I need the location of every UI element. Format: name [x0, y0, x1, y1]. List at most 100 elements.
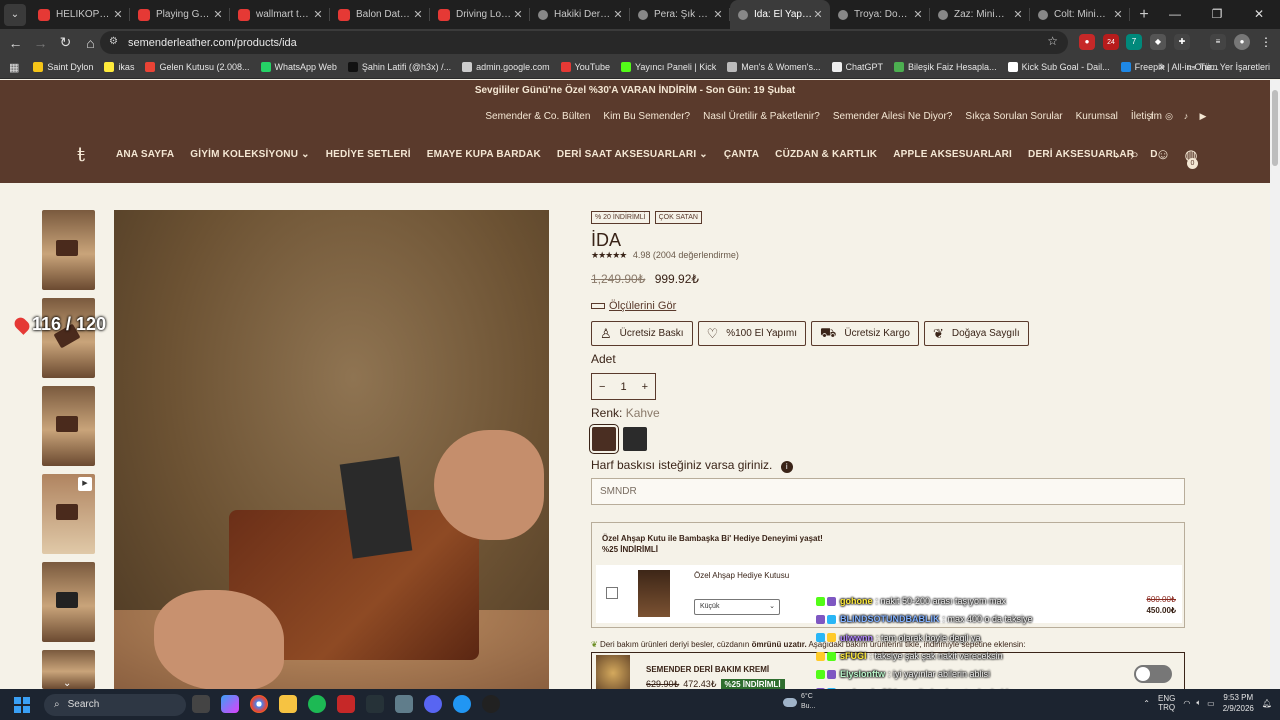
- browser-tab[interactable]: Balon Date Sh✕: [330, 0, 430, 29]
- notifications-icon[interactable]: 🔔︎: [1262, 699, 1272, 708]
- tab-close-icon[interactable]: ✕: [1012, 8, 1024, 21]
- obs-icon[interactable]: [482, 695, 500, 713]
- care-add-toggle[interactable]: [1134, 665, 1172, 683]
- tab-close-icon[interactable]: ✕: [112, 8, 124, 21]
- tab-close-icon[interactable]: ✕: [512, 8, 524, 21]
- engrave-input[interactable]: SMNDR: [591, 478, 1185, 505]
- tab-search-button[interactable]: ⌄: [4, 3, 26, 26]
- browser-tab[interactable]: Troya: Doğal D✕: [830, 0, 930, 29]
- reload-icon[interactable]: ↻: [53, 34, 78, 51]
- main-nav-item[interactable]: CÜZDAN & KARTLIK: [775, 149, 877, 160]
- top-nav-link[interactable]: Semender & Co. Bülten: [485, 111, 590, 122]
- profile-avatar[interactable]: ●: [1234, 34, 1250, 50]
- quantity-value[interactable]: 1: [620, 381, 626, 393]
- browser-tab[interactable]: Hakiki Deri Cü ✕: [530, 0, 630, 29]
- tab-close-icon[interactable]: ✕: [912, 8, 924, 21]
- bookmark-item[interactable]: Bileşik Faiz Hesapla...: [894, 62, 997, 72]
- instagram-icon[interactable]: ◎: [1164, 111, 1174, 121]
- bookmark-item[interactable]: Men's & Women's...: [727, 62, 821, 72]
- site-info-icon[interactable]: ⚙: [109, 36, 121, 48]
- main-nav-item[interactable]: APPLE AKSESUARLARI: [893, 149, 1012, 160]
- bookmark-star-icon[interactable]: ☆: [1047, 34, 1058, 48]
- extension-icon[interactable]: ●: [1079, 34, 1095, 50]
- tiktok-icon[interactable]: ♪: [1181, 111, 1191, 121]
- product-thumbnail[interactable]: [42, 562, 95, 642]
- copilot-icon[interactable]: [221, 695, 239, 713]
- info-icon[interactable]: i: [780, 461, 793, 473]
- browser-tab[interactable]: Playing GTA 5 a✕: [130, 0, 230, 29]
- bookmark-item[interactable]: Saint Dylon: [33, 62, 93, 72]
- bookmark-item[interactable]: Yayıncı Paneli | Kick: [621, 62, 716, 72]
- tab-close-icon[interactable]: ✕: [212, 8, 224, 21]
- extension-icon[interactable]: 7: [1126, 34, 1142, 50]
- tab-close-icon[interactable]: ✕: [812, 8, 824, 21]
- top-nav-link[interactable]: Sıkça Sorulan Sorular: [965, 111, 1062, 122]
- extension-icon[interactable]: 24: [1103, 34, 1119, 50]
- main-nav-item[interactable]: HEDİYE SETLERİ: [326, 149, 411, 160]
- discord-icon[interactable]: [424, 695, 442, 713]
- windows-start-button[interactable]: [14, 696, 30, 713]
- main-nav-item[interactable]: ÇANTA: [724, 149, 759, 160]
- top-nav-link[interactable]: Kim Bu Semender?: [603, 111, 690, 122]
- back-icon[interactable]: ←: [3, 35, 28, 51]
- product-rating[interactable]: ★★★★★ 4.98 (2004 değerlendirme): [591, 250, 739, 261]
- tab-close-icon[interactable]: ✕: [612, 8, 624, 21]
- product-thumbnail[interactable]: [42, 210, 95, 290]
- volume-icon[interactable]: 🔈︎: [1196, 698, 1201, 708]
- site-logo[interactable]: ŧ: [70, 142, 92, 168]
- quantity-increase-button[interactable]: +: [642, 381, 648, 393]
- app-icon[interactable]: [453, 695, 471, 713]
- tray-chevron-icon[interactable]: ⌃: [1143, 699, 1150, 708]
- product-thumbnail[interactable]: [42, 386, 95, 466]
- clock[interactable]: 9:53 PM 2/9/2026: [1223, 692, 1254, 714]
- product-thumbnail[interactable]: [42, 298, 95, 378]
- terminal-icon[interactable]: [366, 695, 384, 713]
- weather-widget[interactable]: 6°C Bu...: [783, 692, 815, 712]
- tab-close-icon[interactable]: ✕: [1112, 8, 1124, 21]
- chrome-icon[interactable]: [250, 695, 268, 713]
- tab-close-icon[interactable]: ✕: [412, 8, 424, 21]
- taskbar-search[interactable]: ⌕ Search: [44, 693, 186, 716]
- quantity-decrease-button[interactable]: −: [599, 381, 605, 393]
- browser-tab[interactable]: HELİKOPTER O✕: [30, 0, 130, 29]
- spotify-icon[interactable]: [308, 695, 326, 713]
- chevron-down-icon[interactable]: ⌄: [63, 678, 71, 689]
- product-main-image[interactable]: [114, 210, 549, 689]
- bookmark-item[interactable]: Şahin Latifi (@h3x) /...: [347, 62, 451, 72]
- bookmark-item[interactable]: WhatsApp Web: [260, 62, 337, 72]
- browser-tab[interactable]: Driving Los An✕: [430, 0, 530, 29]
- task-view-icon[interactable]: [192, 695, 210, 713]
- browser-tab[interactable]: Pera: Şık & Kul✕: [630, 0, 730, 29]
- measurements-link[interactable]: Ölçülerini Gör: [591, 300, 676, 312]
- minimize-button[interactable]: —: [1154, 0, 1196, 29]
- main-nav-item[interactable]: EMAYE KUPA BARDAK: [427, 149, 541, 160]
- tab-close-icon[interactable]: ✕: [712, 8, 724, 21]
- main-nav-item[interactable]: GİYİM KOLEKSİYONU ⌄: [190, 149, 309, 160]
- gift-checkbox[interactable]: [606, 587, 618, 599]
- top-nav-link[interactable]: Nasıl Üretilir & Paketlenir?: [703, 111, 820, 122]
- close-window-button[interactable]: ✕: [1238, 0, 1280, 29]
- browser-menu-icon[interactable]: ⋮: [1258, 34, 1274, 50]
- announcement-bar[interactable]: Sevgililer Günü'ne Özel %30'A VARAN İNDİ…: [0, 80, 1270, 102]
- bookmark-item[interactable]: admin.google.com: [462, 62, 550, 72]
- extensions-puzzle-icon[interactable]: ✚: [1174, 34, 1190, 50]
- maximize-button[interactable]: ❐: [1196, 0, 1238, 29]
- main-nav-item[interactable]: ANA SAYFA: [116, 149, 174, 160]
- file-explorer-icon[interactable]: [279, 695, 297, 713]
- battery-icon[interactable]: ▭: [1207, 699, 1215, 708]
- app-icon[interactable]: [337, 695, 355, 713]
- bookmark-item[interactable]: ChatGPT: [831, 62, 883, 72]
- wifi-icon[interactable]: ◠: [1183, 699, 1190, 708]
- bookmark-item[interactable]: Kick Sub Goal - Dail...: [1007, 62, 1110, 72]
- apps-grid-icon[interactable]: ▦: [9, 61, 19, 74]
- browser-tab[interactable]: wallmart turu -✕: [230, 0, 330, 29]
- browser-tab[interactable]: Zaz: Minimalist✕: [930, 0, 1030, 29]
- search-icon[interactable]: ⌕: [1126, 146, 1144, 164]
- color-swatch-brown[interactable]: [589, 424, 619, 454]
- youtube-icon[interactable]: ▶: [1198, 111, 1208, 121]
- color-swatch-black[interactable]: [623, 427, 647, 451]
- all-bookmarks-button[interactable]: Tüm Yer İşaretleri: [1199, 62, 1270, 72]
- bookmark-item[interactable]: ikas: [104, 62, 134, 72]
- browser-tab[interactable]: İda: El Yapımı ✕: [730, 0, 830, 29]
- top-nav-link[interactable]: Semender Ailesi Ne Diyor?: [833, 111, 953, 122]
